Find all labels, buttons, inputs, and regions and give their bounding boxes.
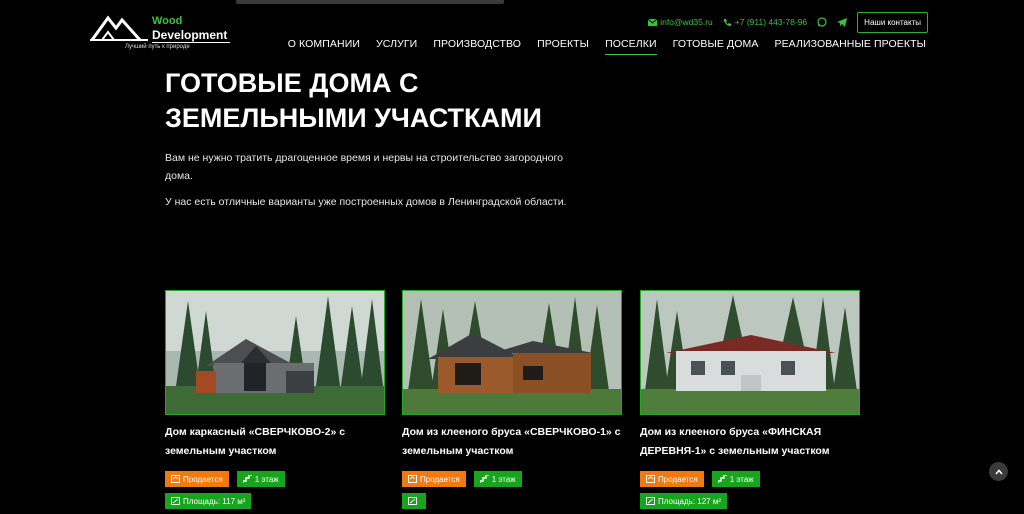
nav-item-company[interactable]: О КОМПАНИИ [288,38,360,50]
status-text: Продается [420,474,460,484]
phone-icon [723,18,731,26]
house-tags: Продается 1 этаж [165,471,385,487]
site-header: Wood Development Лучший путь к природе i… [0,0,1024,60]
brand-underline [152,42,230,43]
contacts-button[interactable]: Наши контакты [857,11,928,33]
nav-item-projects[interactable]: ПРОЕКТЫ [537,38,589,50]
chevron-up-icon [994,468,1003,475]
floors-text: 1 этаж [491,474,516,484]
nav-item-ready-houses[interactable]: ГОТОВЫЕ ДОМА [673,38,759,50]
house-logo-icon [90,15,148,42]
area-text: Площадь: 127 м² [658,496,722,506]
intro-paragraph-1: Вам не нужно тратить драгоценное время и… [165,152,563,182]
floors-text: 1 этаж [729,474,754,484]
brand-name-line1: Wood [152,15,183,27]
area-badge: Площадь: 117 м² [165,493,252,509]
logo[interactable]: Wood Development Лучший путь к природе [90,12,240,54]
email-link[interactable]: info@wd35.ru [648,17,713,27]
house-photo-illustration [166,291,384,414]
house-sale-icon [646,475,655,483]
whatsapp-link[interactable] [817,17,827,27]
house-photo[interactable] [402,290,622,415]
floors-badge: 1 этаж [711,471,760,487]
house-card[interactable]: Дом каркасный «СВЕРЧКОВО-2» с земельным … [165,290,385,510]
house-photo[interactable] [165,290,385,415]
floors-badge: 1 этаж [236,471,285,487]
page-title-line1: ГОТОВЫЕ ДОМА С [165,68,419,98]
phone-text: +7 (911) 443-78-96 [734,17,808,27]
nav-item-services[interactable]: УСЛУГИ [376,38,417,50]
main-nav: О КОМПАНИИ УСЛУГИ ПРОИЗВОДСТВО ПРОЕКТЫ П… [272,38,926,55]
status-text: Продается [658,474,698,484]
area-icon [408,497,417,505]
telegram-link[interactable] [837,17,848,27]
status-text: Продается [183,474,223,484]
nav-item-villages[interactable]: ПОСЕЛКИ [605,38,657,55]
house-title[interactable]: Дом из клееного бруса «СВЕРЧКОВО-1» с зе… [402,423,622,461]
house-card[interactable]: Дом из клееного бруса «ФИНСКАЯ ДЕРЕВНЯ-1… [640,290,860,510]
house-tags: Продается 1 этаж [402,471,622,487]
status-badge: Продается [165,471,229,487]
floors-text: 1 этаж [254,474,279,484]
house-photo[interactable] [640,290,860,415]
house-sale-icon [408,475,417,483]
email-text: info@wd35.ru [660,17,713,27]
scroll-to-top-button[interactable] [989,462,1008,481]
house-photo-illustration [403,291,621,414]
stairs-icon [242,475,252,483]
intro-paragraph-2: У нас есть отличные варианты уже построе… [165,196,567,208]
brand-tagline: Лучший путь к природе [125,44,190,50]
floors-badge: 1 этаж [473,471,522,487]
house-photo-illustration [641,291,859,414]
house-card[interactable]: Дом из клееного бруса «СВЕРЧКОВО-1» с зе… [402,290,622,510]
house-tags: Продается 1 этаж [640,471,860,487]
area-badge: Площадь: 127 м² [640,493,728,509]
nav-item-production[interactable]: ПРОИЗВОДСТВО [433,38,521,50]
house-title[interactable]: Дом каркасный «СВЕРЧКОВО-2» с земельным … [165,423,385,461]
page-title: ГОТОВЫЕ ДОМА С ЗЕМЕЛЬНЫМИ УЧАСТКАМИ [165,66,665,136]
area-icon [171,497,180,505]
area-icon [646,497,655,505]
phone-link[interactable]: +7 (911) 443-78-96 [723,17,807,27]
page-title-line2: ЗЕМЕЛЬНЫМИ УЧАСТКАМИ [165,103,542,133]
status-badge: Продается [402,471,466,487]
area-text: Площадь: 117 м² [183,496,246,506]
area-badge [402,493,426,509]
brand-name-line2: Development [152,28,228,42]
stairs-icon [717,475,727,483]
envelope-icon [648,18,658,26]
status-badge: Продается [640,471,704,487]
header-contacts: info@wd35.ru +7 (911) 443-78-96 Наши кон… [648,11,928,33]
stairs-icon [479,475,489,483]
nav-item-completed-projects[interactable]: РЕАЛИЗОВАННЫЕ ПРОЕКТЫ [774,38,926,50]
house-sale-icon [171,475,180,483]
telegram-icon [837,17,848,27]
house-title[interactable]: Дом из клееного бруса «ФИНСКАЯ ДЕРЕВНЯ-1… [640,423,860,461]
whatsapp-icon [817,17,827,27]
